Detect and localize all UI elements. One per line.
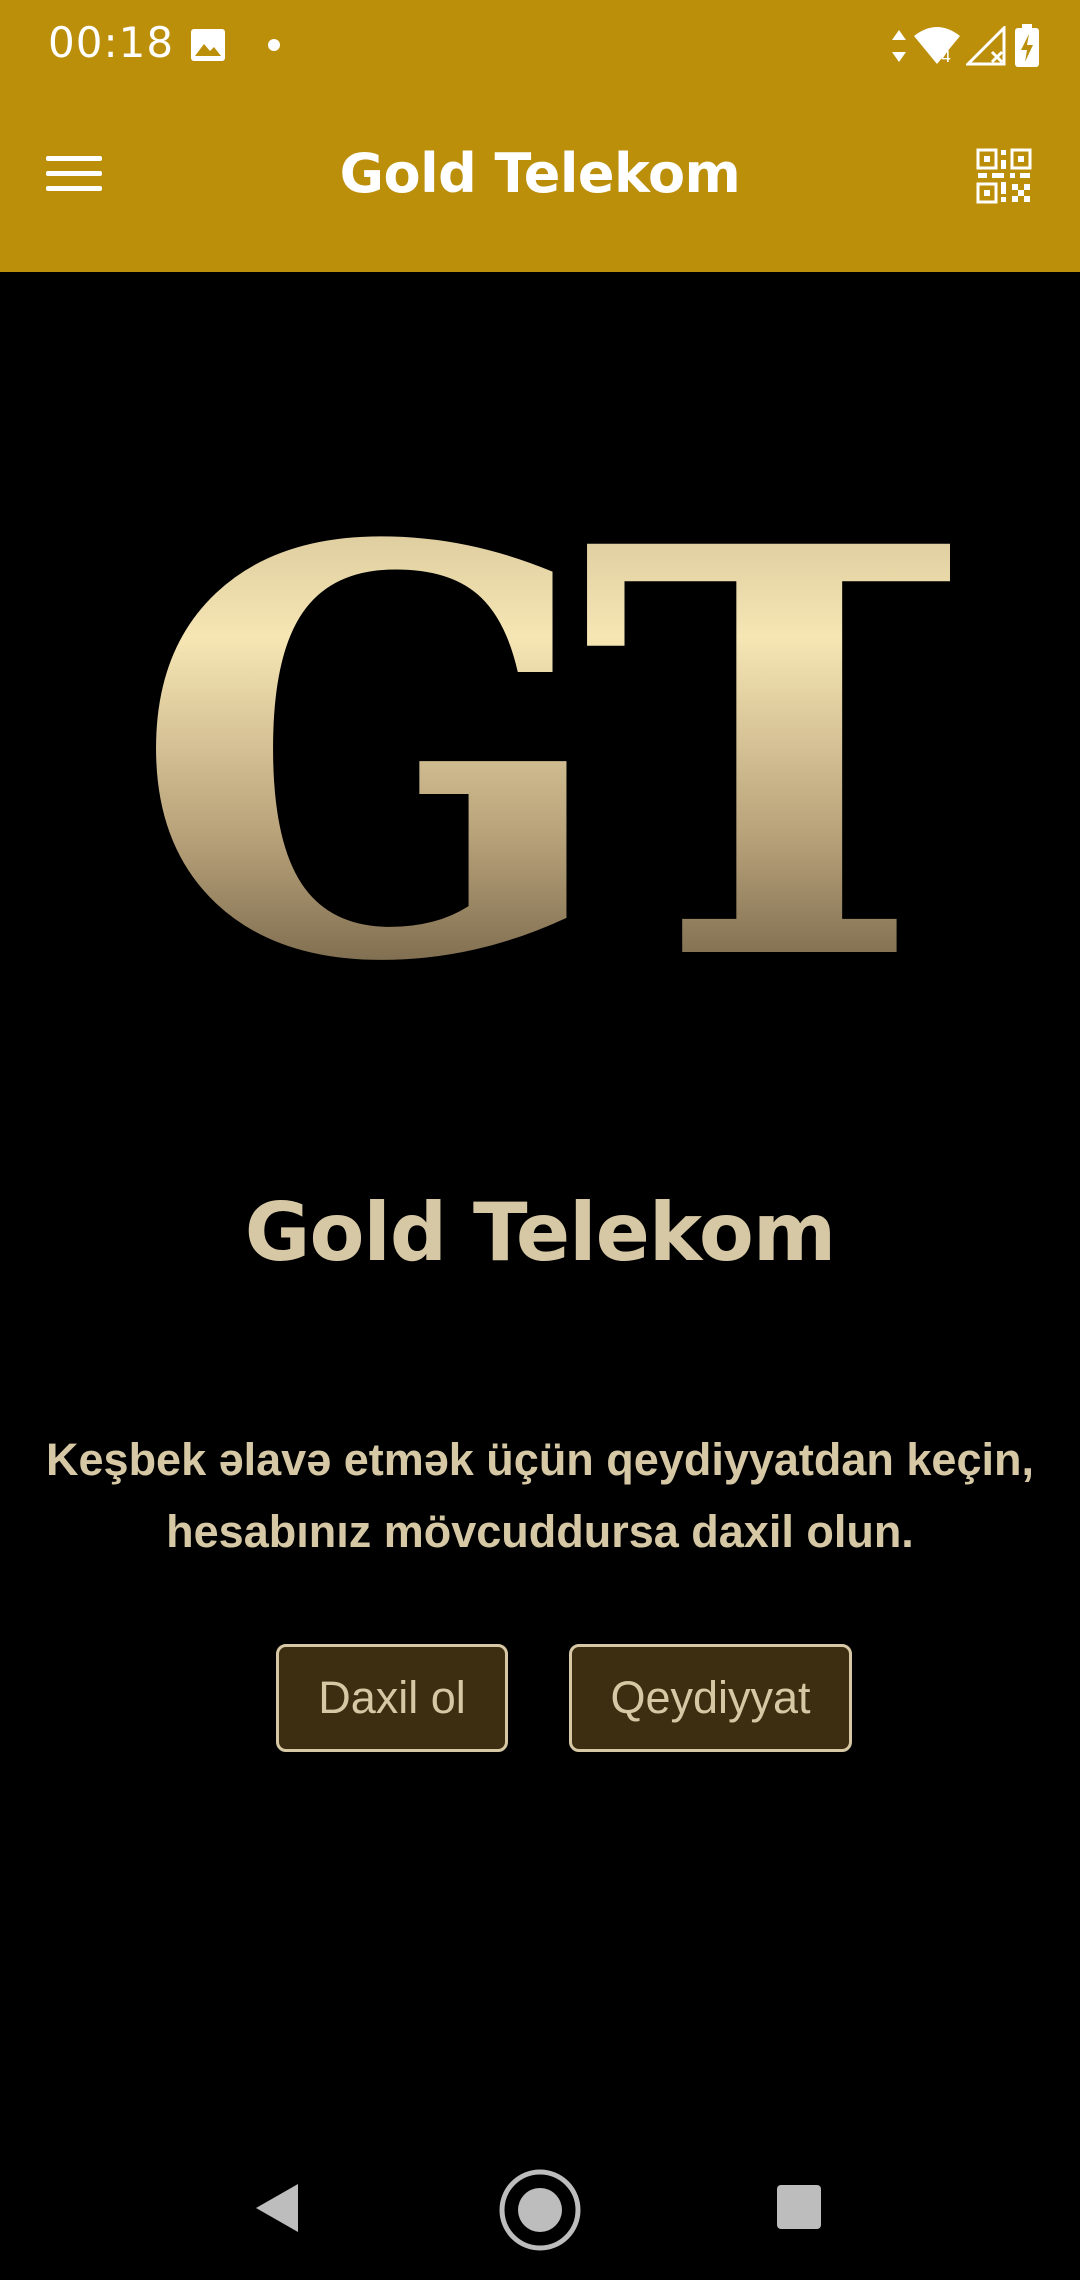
status-icons: 4: [890, 22, 1040, 70]
logo-text: GT: [150, 500, 950, 980]
gallery-icon: [191, 29, 225, 61]
recents-icon[interactable]: [776, 2184, 822, 2230]
qr-code-icon[interactable]: [974, 146, 1034, 206]
notification-dot: [268, 39, 280, 51]
signup-message: Keşbek əlavə etmək üçün qeydiyyatdan keç…: [46, 1434, 1034, 1557]
header: 00:18 4 Gold Telekom: [0, 0, 1080, 272]
back-icon[interactable]: [252, 2180, 302, 2236]
navigation-bar: [0, 2140, 1080, 2280]
gt-logo: GT: [150, 500, 950, 980]
wifi-badge: 4: [941, 47, 951, 66]
brand-name: Gold Telekom: [244, 1186, 836, 1279]
status-bar: 00:18 4: [0, 0, 1080, 92]
battery-charging-icon: [1015, 24, 1039, 67]
app-title: Gold Telekom: [339, 142, 741, 205]
auth-buttons: Daxil ol Qeydiyyat: [0, 1644, 1080, 1756]
register-button[interactable]: Qeydiyyat: [569, 1644, 852, 1752]
login-button[interactable]: Daxil ol: [276, 1644, 508, 1752]
wifi-icon: 4: [914, 27, 960, 66]
app-bar: Gold Telekom: [0, 92, 1080, 272]
home-icon[interactable]: [498, 2168, 582, 2252]
signal-icon: [966, 26, 1006, 66]
status-time: 00:18: [48, 18, 175, 67]
data-arrows-icon: [892, 30, 906, 62]
